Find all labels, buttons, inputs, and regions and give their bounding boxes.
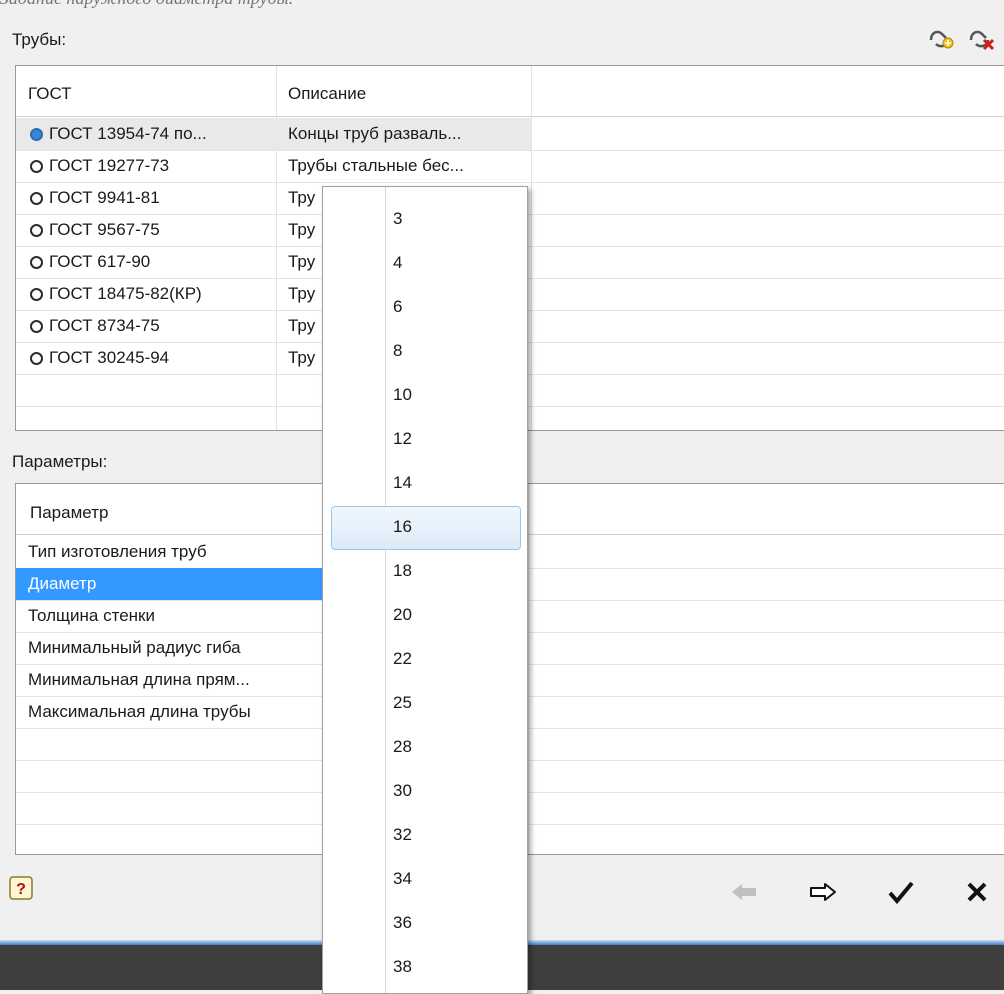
forward-arrow-icon xyxy=(810,883,836,901)
radio-button[interactable] xyxy=(30,352,43,365)
dropdown-highlight xyxy=(331,506,521,550)
dropdown-option[interactable]: 25 xyxy=(393,683,412,723)
dropdown-option[interactable]: 22 xyxy=(393,639,412,679)
dropdown-option[interactable]: 20 xyxy=(393,595,412,635)
pipe-gost-cell: ГОСТ 13954-74 по... xyxy=(30,118,274,150)
dropdown-option[interactable]: 3 xyxy=(393,199,402,239)
pipe-gost-label: ГОСТ 9941-81 xyxy=(49,188,160,207)
pipe-gost-label: ГОСТ 19277-73 xyxy=(49,156,170,175)
dropdown-option[interactable]: 8 xyxy=(393,331,402,371)
dropdown-option[interactable]: 4 xyxy=(393,243,402,283)
radio-button[interactable] xyxy=(30,224,43,237)
cancel-button[interactable] xyxy=(960,875,994,909)
dropdown-option[interactable]: 32 xyxy=(393,815,412,855)
dropdown-option[interactable]: 28 xyxy=(393,727,412,767)
pipe-gost-cell: ГОСТ 18475-82(КР) xyxy=(30,278,274,310)
dropdown-option[interactable]: 38 xyxy=(393,947,412,987)
pipe-gost-cell: ГОСТ 19277-73 xyxy=(30,150,274,182)
radio-button[interactable] xyxy=(30,128,43,141)
dropdown-option[interactable]: 30 xyxy=(393,771,412,811)
pipe-row[interactable]: ГОСТ 19277-73 Трубы стальные бес... xyxy=(16,150,531,182)
pipe-gost-label: ГОСТ 9567-75 xyxy=(49,220,160,239)
pipe-add-icon[interactable] xyxy=(926,22,956,52)
forward-button[interactable] xyxy=(806,875,840,909)
close-icon xyxy=(967,882,987,902)
radio-button[interactable] xyxy=(30,160,43,173)
pipe-gost-label: ГОСТ 18475-82(КР) xyxy=(49,284,202,303)
dropdown-option[interactable]: 16 xyxy=(393,507,412,547)
back-arrow-icon xyxy=(732,884,756,900)
params-label: Параметры: xyxy=(12,452,108,471)
pipe-gost-label: ГОСТ 13954-74 по... xyxy=(49,124,207,143)
confirm-button[interactable] xyxy=(884,875,918,909)
back-button[interactable] xyxy=(727,875,761,909)
pipe-gost-cell: ГОСТ 9567-75 xyxy=(30,214,274,246)
dropdown-option[interactable]: 18 xyxy=(393,551,412,591)
dropdown-option[interactable]: 36 xyxy=(393,903,412,943)
pipe-gost-label: ГОСТ 30245-94 xyxy=(49,348,170,367)
pipe-gost-cell: ГОСТ 8734-75 xyxy=(30,310,274,342)
radio-button[interactable] xyxy=(30,256,43,269)
dropdown-option[interactable]: 14 xyxy=(393,463,412,503)
caption: Задание наружного диаметра трубы. xyxy=(0,0,293,10)
pipe-gost-cell: ГОСТ 617-90 xyxy=(30,246,274,278)
pipes-label: Трубы: xyxy=(12,30,67,49)
pipe-gost-cell: ГОСТ 30245-94 xyxy=(30,342,274,374)
svg-text:?: ? xyxy=(16,881,26,898)
column-header-parameter[interactable]: Параметр xyxy=(30,497,108,529)
checkmark-icon xyxy=(888,881,914,904)
dropdown-option[interactable]: 12 xyxy=(393,419,412,459)
help-icon[interactable]: ? xyxy=(8,875,34,901)
pipe-description-cell: Концы труб разваль... xyxy=(288,124,462,143)
pipe-gost-cell: ГОСТ 9941-81 xyxy=(30,182,274,214)
radio-button[interactable] xyxy=(30,288,43,301)
pipe-gost-label: ГОСТ 8734-75 xyxy=(49,316,160,335)
dropdown-option[interactable]: 6 xyxy=(393,287,402,327)
column-header-description[interactable]: Описание xyxy=(288,78,366,110)
pipe-description-cell: Трубы стальные бес... xyxy=(288,156,464,175)
column-header-gost[interactable]: ГОСТ xyxy=(28,78,72,110)
pipe-delete-icon[interactable] xyxy=(966,22,996,52)
dropdown-option[interactable]: 34 xyxy=(393,859,412,899)
dropdown-option[interactable]: 10 xyxy=(393,375,412,415)
radio-button[interactable] xyxy=(30,192,43,205)
header-toolbar xyxy=(926,22,996,52)
pipe-row[interactable]: ГОСТ 13954-74 по... Концы труб разваль... xyxy=(16,118,531,150)
radio-button[interactable] xyxy=(30,320,43,333)
diameter-dropdown-list[interactable]: 3 4 6 8 10 12 14 16 18 20 22 25 28 30 32 34 36 38 xyxy=(322,186,528,994)
pipe-gost-label: ГОСТ 617-90 xyxy=(49,252,151,271)
